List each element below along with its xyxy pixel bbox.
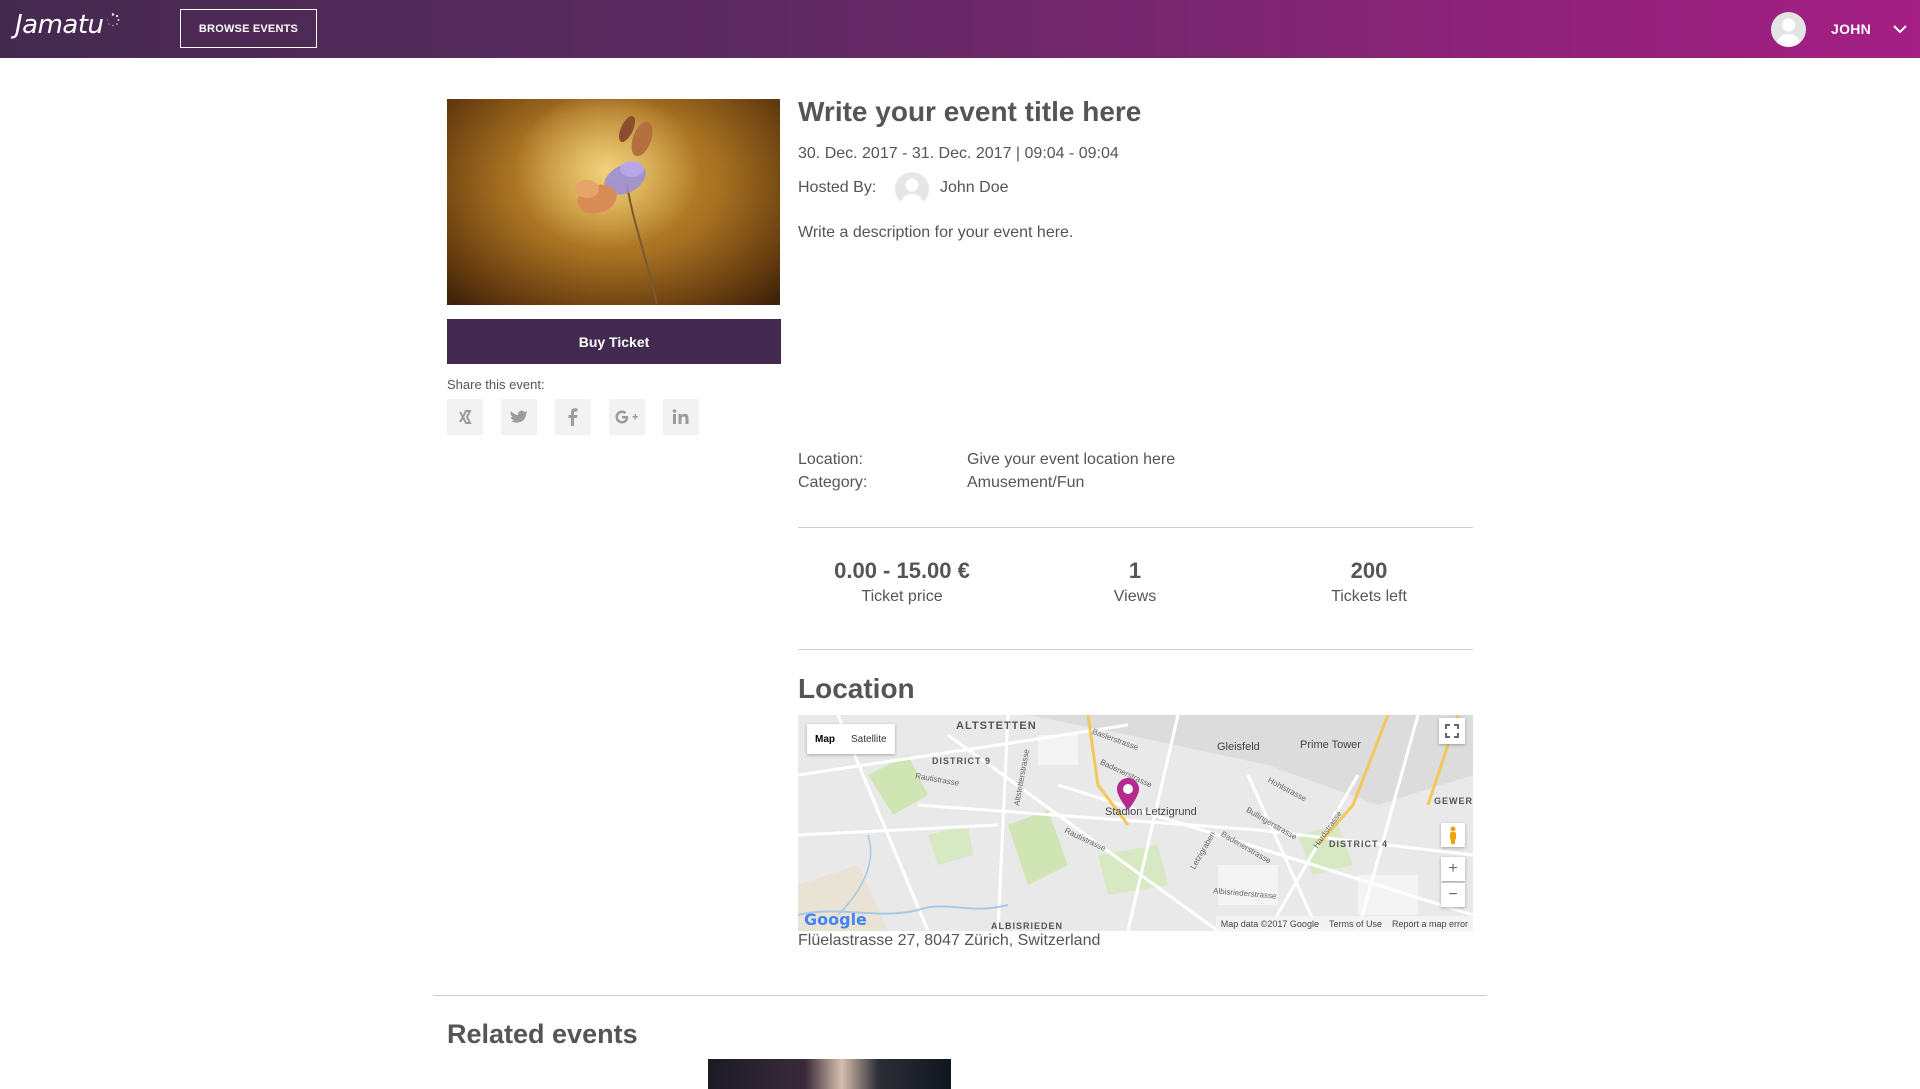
map-label-district9: DISTRICT 9: [932, 756, 992, 766]
map-label-gleisfeld: Gleisfeld: [1217, 741, 1260, 753]
zoom-out-button[interactable]: −: [1441, 883, 1465, 907]
fullscreen-icon: [1445, 724, 1459, 738]
event-description: Write a description for your event here.: [798, 224, 1074, 241]
butterfly-flower-illustration: [575, 116, 658, 305]
category-label: Category:: [798, 474, 868, 491]
location-value: Give your event location here: [967, 451, 1176, 468]
related-events-heading: Related events: [447, 1019, 638, 1049]
host-avatar[interactable]: [895, 172, 929, 206]
location-heading: Location: [798, 673, 915, 704]
hosted-by-label: Hosted By:: [798, 179, 877, 196]
map-footer: Map data ©2017 Google Terms of Use Repor…: [1215, 916, 1473, 931]
map-label-altstetten: ALTSTETTEN: [956, 720, 1037, 732]
google-plus-icon[interactable]: [609, 399, 645, 435]
map-pin-icon[interactable]: [1116, 777, 1140, 811]
xing-icon[interactable]: [447, 399, 483, 435]
map-data-text: Map data ©2017 Google: [1220, 918, 1319, 929]
share-label: Share this event:: [447, 377, 545, 392]
stat-value: 1: [1128, 558, 1142, 583]
map-type-control: Map Satellite: [807, 724, 895, 754]
twitter-icon[interactable]: [501, 399, 537, 435]
map-label-district4: DISTRICT 4: [1329, 839, 1389, 849]
event-image: [447, 99, 780, 305]
map-label-prime-tower: Prime Tower: [1300, 739, 1361, 751]
location-map[interactable]: ALTSTETTEN DISTRICT 9 DISTRICT 4 Gleisfe…: [798, 715, 1473, 931]
stat-label: Tickets left: [1331, 588, 1407, 605]
linkedin-icon[interactable]: [663, 399, 699, 435]
chevron-down-icon[interactable]: [1892, 22, 1908, 36]
user-name[interactable]: JOHN: [1831, 21, 1871, 37]
logo-spinner-icon: [106, 13, 120, 27]
terms-of-use-link[interactable]: Terms of Use: [1324, 919, 1387, 929]
stat-label: Ticket price: [861, 588, 943, 605]
host-avatar-icon: [901, 178, 923, 206]
map-type-map-button[interactable]: Map: [807, 734, 843, 745]
divider: [433, 995, 1487, 996]
related-event-card[interactable]: [708, 1059, 951, 1089]
stat-value: 0.00 - 15.00 €: [834, 558, 970, 583]
map-type-satellite-button[interactable]: Satellite: [843, 734, 895, 745]
user-avatar-icon: [1777, 18, 1800, 47]
divider: [798, 527, 1473, 528]
stat-ticket-price: 0.00 - 15.00 € Ticket price: [782, 556, 1022, 608]
jamatu-logo[interactable]: Jamatu: [15, 10, 104, 40]
top-navbar: Jamatu BROWSE EVENTS JOHN: [0, 0, 1920, 58]
buy-ticket-button[interactable]: Buy Ticket: [447, 319, 781, 364]
fullscreen-button[interactable]: [1439, 718, 1465, 744]
stat-views: 1 Views: [1015, 556, 1255, 608]
facebook-icon[interactable]: [555, 399, 591, 435]
stat-tickets-left: 200 Tickets left: [1249, 556, 1489, 608]
user-avatar[interactable]: [1771, 12, 1806, 47]
browse-events-button[interactable]: BROWSE EVENTS: [180, 9, 317, 48]
map-label-gewer: GEWER: [1434, 796, 1473, 806]
pegman-icon: [1450, 826, 1456, 844]
event-address: Flüelastrasse 27, 8047 Zürich, Switzerla…: [798, 932, 1101, 949]
stat-label: Views: [1113, 588, 1157, 605]
google-logo-text: Google: [804, 910, 867, 929]
event-title: Write your event title here: [798, 96, 1142, 127]
host-name[interactable]: John Doe: [940, 179, 1009, 197]
street-view-button[interactable]: [1441, 823, 1465, 847]
event-date-time: 30. Dec. 2017 - 31. Dec. 2017 | 09:04 - …: [798, 145, 1119, 162]
google-logo[interactable]: Google: [804, 910, 867, 929]
zoom-in-button[interactable]: +: [1441, 857, 1465, 881]
divider: [798, 649, 1473, 650]
category-value: Amusement/Fun: [967, 474, 1085, 491]
report-map-error-link[interactable]: Report a map error: [1387, 919, 1473, 929]
location-label: Location:: [798, 451, 863, 468]
map-label-albisrieden: ALBISRIEDEN: [991, 921, 1064, 931]
stat-value: 200: [1350, 558, 1388, 583]
